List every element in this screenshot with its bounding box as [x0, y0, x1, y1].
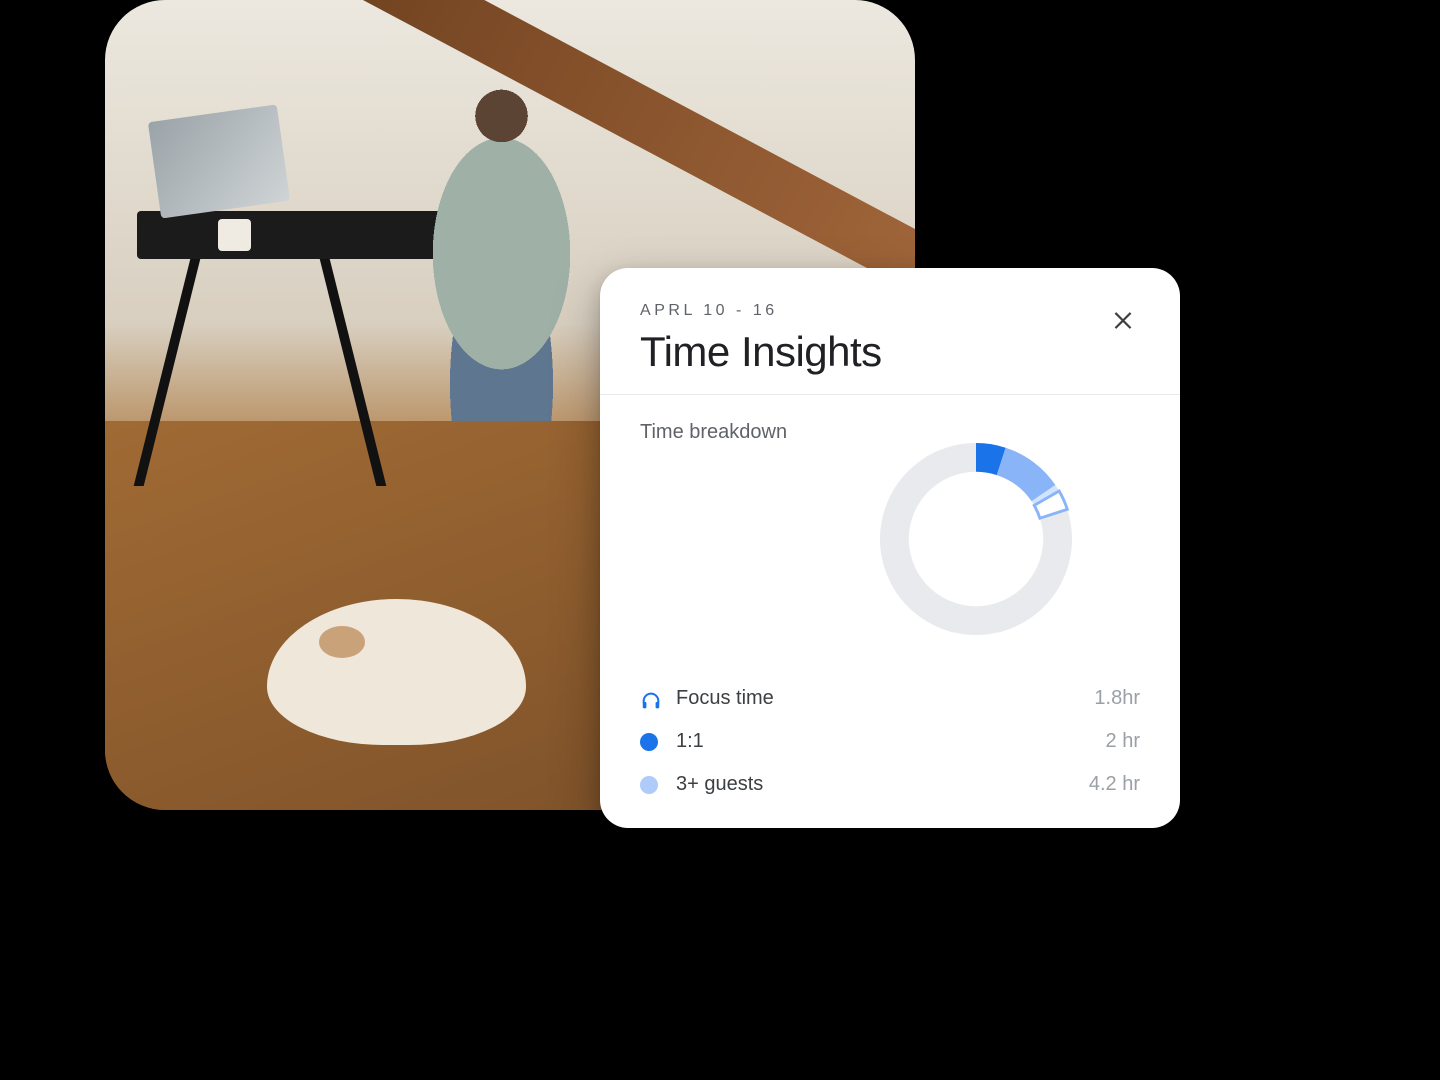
- card-title: Time Insights: [640, 328, 882, 376]
- legend-row: 1:1 2 hr: [640, 730, 1140, 753]
- legend-swatch: [640, 776, 658, 794]
- divider: [600, 394, 1180, 395]
- legend-label: 1:1: [676, 730, 1088, 753]
- close-icon: [1110, 306, 1136, 332]
- legend-value: 2 hr: [1106, 730, 1140, 753]
- close-button[interactable]: [1106, 302, 1140, 336]
- time-breakdown-donut: [856, 419, 1096, 659]
- legend-value: 1.8hr: [1094, 687, 1140, 710]
- section-label: Time breakdown: [640, 419, 787, 446]
- legend-swatch: [640, 733, 658, 751]
- legend: Focus time 1.8hr 1:1 2 hr 3+ guests 4.2 hr: [640, 687, 1140, 796]
- headphones-icon: [640, 690, 658, 708]
- legend-row: 3+ guests 4.2 hr: [640, 773, 1140, 796]
- time-insights-card: APRL 10 - 16 Time Insights Time breakdow…: [600, 268, 1180, 828]
- legend-label: 3+ guests: [676, 773, 1071, 796]
- date-range: APRL 10 - 16: [640, 302, 882, 320]
- legend-label: Focus time: [676, 687, 1076, 710]
- legend-row: Focus time 1.8hr: [640, 687, 1140, 710]
- legend-value: 4.2 hr: [1089, 773, 1140, 796]
